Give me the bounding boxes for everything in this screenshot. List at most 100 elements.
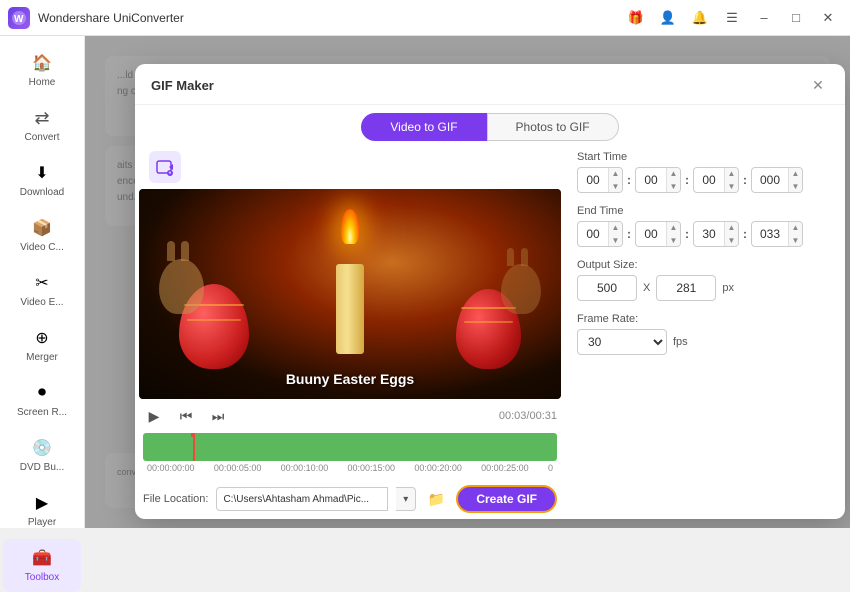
- profile-icon[interactable]: 👤: [654, 4, 682, 32]
- import-button[interactable]: +: [149, 151, 181, 183]
- start-colon-2: :: [685, 173, 689, 187]
- start-ms-spinner[interactable]: 000 ▲ ▼: [751, 167, 803, 193]
- notification-icon[interactable]: 🔔: [686, 4, 714, 32]
- start-ms-up[interactable]: ▲: [788, 167, 802, 180]
- time-mark-1: 00:00:05:00: [214, 463, 262, 473]
- sidebar-item-screen-rec[interactable]: ⏺ Screen R...: [3, 374, 81, 427]
- sidebar-item-merger[interactable]: ⊕ Merger: [3, 319, 81, 372]
- start-ms-down[interactable]: ▼: [788, 180, 802, 193]
- timeline[interactable]: [143, 433, 557, 461]
- start-second-spinner[interactable]: 00 ▲ ▼: [693, 167, 739, 193]
- end-ms-down[interactable]: ▼: [788, 234, 802, 247]
- end-second-spinner[interactable]: 30 ▲ ▼: [693, 221, 739, 247]
- screen-rec-icon: ⏺: [31, 382, 53, 404]
- play-button[interactable]: ▶: [143, 405, 165, 427]
- sidebar-item-download[interactable]: ⬇ Download: [3, 154, 81, 207]
- sidebar-item-video-edit[interactable]: ✂ Video E...: [3, 264, 81, 317]
- start-hour-spinner[interactable]: 00 ▲ ▼: [577, 167, 623, 193]
- merger-icon: ⊕: [31, 327, 53, 349]
- end-minute-down[interactable]: ▼: [666, 234, 680, 247]
- end-hour-spinner[interactable]: 00 ▲ ▼: [577, 221, 623, 247]
- sidebar-item-convert[interactable]: ⇄ Convert: [3, 99, 81, 152]
- sidebar-item-home[interactable]: 🏠 Home: [3, 44, 81, 97]
- end-ms-up[interactable]: ▲: [788, 221, 802, 234]
- timeline-playhead: [193, 433, 195, 461]
- start-time-label: Start Time: [577, 151, 829, 163]
- end-ms-value: 033: [752, 227, 788, 241]
- width-input[interactable]: [577, 275, 637, 301]
- file-browse-button[interactable]: 📁: [424, 487, 448, 511]
- gift-icon[interactable]: 🎁: [622, 4, 650, 32]
- modal-close-button[interactable]: ✕: [807, 74, 829, 96]
- size-x-separator: X: [643, 282, 650, 294]
- fps-row: 15 20 24 30 60 fps: [577, 329, 829, 355]
- start-ms-value: 000: [752, 173, 788, 187]
- sidebar-label-screen-rec: Screen R...: [17, 407, 67, 419]
- end-colon-2: :: [685, 227, 689, 241]
- sidebar-label-dvd: DVD Bu...: [20, 462, 64, 474]
- output-size-label: Output Size:: [577, 259, 829, 271]
- app-logo: W: [8, 7, 30, 29]
- file-location-dropdown[interactable]: ▾: [396, 487, 416, 511]
- end-ms-spinner[interactable]: 033 ▲ ▼: [751, 221, 803, 247]
- candle-scene: Buuny Easter Eggs: [139, 189, 561, 399]
- end-second-up[interactable]: ▲: [724, 221, 738, 234]
- video-caption: Buuny Easter Eggs: [286, 371, 414, 387]
- start-minute-down[interactable]: ▼: [666, 180, 680, 193]
- time-mark-2: 00:00:10:00: [281, 463, 329, 473]
- start-minute-value: 00: [636, 173, 666, 187]
- start-time-inputs: 00 ▲ ▼ : 00 ▲ ▼: [577, 167, 829, 193]
- video-edit-icon: ✂: [31, 272, 53, 294]
- svg-text:+: +: [169, 171, 172, 177]
- modal-title: GIF Maker: [151, 78, 214, 93]
- start-colon-1: :: [627, 173, 631, 187]
- start-second-down[interactable]: ▼: [724, 180, 738, 193]
- start-hour-down[interactable]: ▼: [608, 180, 622, 193]
- end-time-group: End Time 00 ▲ ▼ : 00: [577, 205, 829, 247]
- start-hour-up[interactable]: ▲: [608, 167, 622, 180]
- convert-icon: ⇄: [31, 107, 53, 129]
- minimize-button[interactable]: –: [750, 4, 778, 32]
- end-minute-up[interactable]: ▲: [666, 221, 680, 234]
- sidebar-label-player: Player: [28, 517, 56, 529]
- start-time-group: Start Time 00 ▲ ▼ : 00: [577, 151, 829, 193]
- timeline-wrapper: 00:00:00:00 00:00:05:00 00:00:10:00 00:0…: [139, 433, 561, 475]
- rabbit-left: [159, 259, 204, 314]
- start-minute-up[interactable]: ▲: [666, 167, 680, 180]
- sidebar-label-download: Download: [20, 187, 64, 199]
- download-icon: ⬇: [31, 162, 53, 184]
- toolbox-icon: 🧰: [31, 547, 53, 569]
- end-second-value: 30: [694, 227, 724, 241]
- sidebar-item-toolbox[interactable]: 🧰 Toolbox: [3, 539, 81, 592]
- candle-body: [336, 264, 364, 354]
- file-location-input[interactable]: [216, 487, 388, 511]
- start-ms-arrows: ▲ ▼: [788, 167, 802, 193]
- create-gif-button[interactable]: Create GIF: [456, 485, 557, 513]
- timeline-ruler: 00:00:00:00 00:00:05:00 00:00:10:00 00:0…: [139, 461, 561, 475]
- start-second-up[interactable]: ▲: [724, 167, 738, 180]
- fps-select[interactable]: 15 20 24 30 60: [577, 329, 667, 355]
- tab-video-to-gif[interactable]: Video to GIF: [361, 113, 486, 141]
- sidebar-item-video-compress[interactable]: 📦 Video C...: [3, 209, 81, 262]
- fps-unit: fps: [673, 336, 688, 348]
- maximize-button[interactable]: □: [782, 4, 810, 32]
- end-hour-down[interactable]: ▼: [608, 234, 622, 247]
- end-minute-spinner[interactable]: 00 ▲ ▼: [635, 221, 681, 247]
- end-hour-up[interactable]: ▲: [608, 221, 622, 234]
- start-minute-spinner[interactable]: 00 ▲ ▼: [635, 167, 681, 193]
- close-button[interactable]: ✕: [814, 4, 842, 32]
- sidebar-label-video-edit: Video E...: [20, 297, 63, 309]
- next-button[interactable]: ⏭: [207, 405, 229, 427]
- modal-tabs: Video to GIF Photos to GIF: [135, 105, 845, 141]
- height-input[interactable]: [656, 275, 716, 301]
- menu-icon[interactable]: ☰: [718, 4, 746, 32]
- end-second-down[interactable]: ▼: [724, 234, 738, 247]
- tab-photos-to-gif[interactable]: Photos to GIF: [487, 113, 619, 141]
- prev-button[interactable]: ⏮: [175, 405, 197, 427]
- sidebar-item-dvd[interactable]: 💿 DVD Bu...: [3, 429, 81, 482]
- output-size-group: Output Size: X px: [577, 259, 829, 301]
- candle-flame: [341, 209, 359, 244]
- sidebar-item-player[interactable]: ▶ Player: [3, 484, 81, 537]
- end-time-inputs: 00 ▲ ▼ : 00 ▲ ▼: [577, 221, 829, 247]
- video-section: +: [135, 151, 565, 519]
